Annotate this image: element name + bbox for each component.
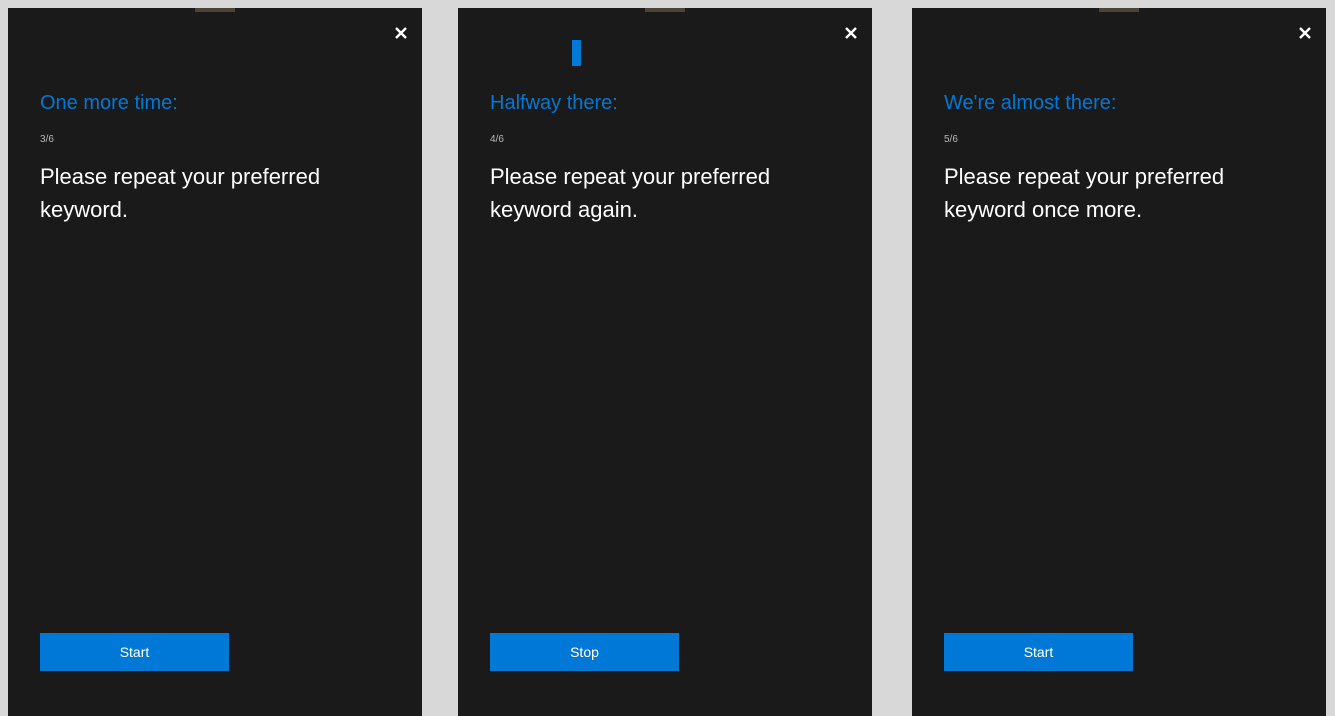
keyword-training-panel-step-3: One more time: 3/6 Please repeat your pr… — [8, 8, 422, 716]
instruction-text: Please repeat your preferred keyword aga… — [490, 164, 771, 222]
step-counter: 4/6 — [490, 134, 504, 145]
keyword-training-panel-step-5: We're almost there: 5/6 Please repeat yo… — [912, 8, 1326, 716]
step-counter: 3/6 — [40, 134, 54, 145]
screenshot-stage: One more time: 3/6 Please repeat your pr… — [0, 0, 1335, 716]
listening-indicator-icon — [572, 40, 581, 66]
close-icon[interactable] — [1294, 22, 1316, 44]
progress-heading: We're almost there: — [944, 92, 1117, 114]
step-counter: 5/6 — [944, 134, 958, 145]
start-button[interactable]: Start — [944, 633, 1133, 671]
close-icon-glyph — [1299, 27, 1311, 39]
window-top-edge — [645, 8, 685, 12]
instruction-text: Please repeat your preferred keyword onc… — [944, 164, 1225, 222]
stop-button[interactable]: Stop — [490, 633, 679, 671]
progress-heading: Halfway there: — [490, 92, 618, 114]
close-icon-glyph — [845, 27, 857, 39]
instruction-text: Please repeat your preferred keyword. — [40, 164, 321, 222]
window-top-edge — [1099, 8, 1139, 12]
progress-heading: One more time: — [40, 92, 178, 114]
start-button[interactable]: Start — [40, 633, 229, 671]
window-top-edge — [195, 8, 235, 12]
keyword-training-panel-step-4: Halfway there: 4/6 Please repeat your pr… — [458, 8, 872, 716]
close-icon[interactable] — [390, 22, 412, 44]
close-icon-glyph — [395, 27, 407, 39]
close-icon[interactable] — [840, 22, 862, 44]
